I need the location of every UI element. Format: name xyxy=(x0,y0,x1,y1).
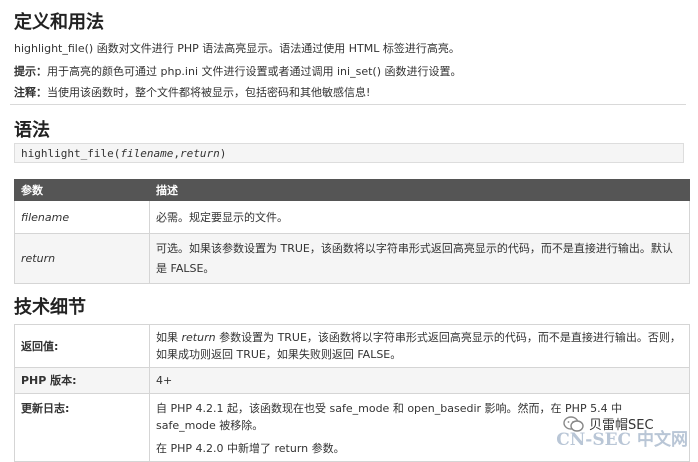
param-name: return xyxy=(14,233,150,284)
tech-value-em: return xyxy=(181,331,216,344)
syntax-comma: , xyxy=(173,147,180,160)
usage-description: highlight_file() 函数对文件进行 PHP 语法高亮显示。语法通过… xyxy=(14,42,460,55)
tech-label: 返回值: xyxy=(14,324,150,368)
section-title-syntax: 语法 xyxy=(14,120,50,141)
section-title-usage: 定义和用法 xyxy=(14,12,104,33)
param-header-name: 参数 xyxy=(14,179,150,201)
table-row: PHP 版本: 4+ xyxy=(14,367,690,394)
note-text: 当使用该函数时，整个文件都将被显示，包括密码和其他敏感信息! xyxy=(47,86,371,99)
tip-paragraph: 提示：用于高亮的颜色可通过 php.ini 文件进行设置或者通过调用 ini_s… xyxy=(14,63,461,79)
tip-text: 用于高亮的颜色可通过 php.ini 文件进行设置或者通过调用 ini_set(… xyxy=(47,65,462,78)
table-row: filename 必需。规定要显示的文件。 xyxy=(14,200,690,234)
tech-value: 如果 return 参数设置为 TRUE，该函数将以字符串形式返回高亮显示的代码… xyxy=(149,324,690,368)
table-row: return 可选。如果该参数设置为 TRUE，该函数将以字符串形式返回高亮显示… xyxy=(14,233,690,284)
parameters-header-row: 参数 描述 xyxy=(14,179,690,201)
table-row: 返回值: 如果 return 参数设置为 TRUE，该函数将以字符串形式返回高亮… xyxy=(14,324,690,368)
syntax-func: highlight_file( xyxy=(21,147,121,160)
parameters-table: 参数 描述 filename 必需。规定要显示的文件。 return 可选。如果… xyxy=(14,179,690,284)
section-title-tech: 技术细节 xyxy=(14,297,86,318)
syntax-arg-return: return xyxy=(179,147,220,160)
param-desc: 可选。如果该参数设置为 TRUE，该函数将以字符串形式返回高亮显示的代码，而不是… xyxy=(149,233,690,284)
note-label: 注释： xyxy=(14,86,47,99)
section-divider xyxy=(10,104,686,105)
note-paragraph: 注释：当使用该函数时，整个文件都将被显示，包括密码和其他敏感信息! xyxy=(14,84,370,100)
syntax-arg-filename: filename xyxy=(120,147,174,160)
syntax-code-block: highlight_file(filename,return) xyxy=(14,143,684,163)
tech-value: 4+ xyxy=(149,367,690,394)
page: 定义和用法 highlight_file() 函数对文件进行 PHP 语法高亮显… xyxy=(0,0,698,462)
param-header-desc: 描述 xyxy=(149,179,690,201)
tech-label: PHP 版本: xyxy=(14,367,150,394)
tech-value-text: 如果 xyxy=(156,331,182,344)
tech-label: 更新日志: xyxy=(14,393,150,462)
tech-value-text: 参数设置为 TRUE，该函数将以字符串形式返回高亮显示的代码，而不是直接进行输出… xyxy=(156,331,681,361)
site-watermark: CN-SEC 中文网 xyxy=(556,430,688,450)
param-name: filename xyxy=(14,200,150,234)
syntax-close: ) xyxy=(219,147,227,160)
tip-label: 提示： xyxy=(14,65,47,78)
param-desc: 必需。规定要显示的文件。 xyxy=(149,200,690,234)
